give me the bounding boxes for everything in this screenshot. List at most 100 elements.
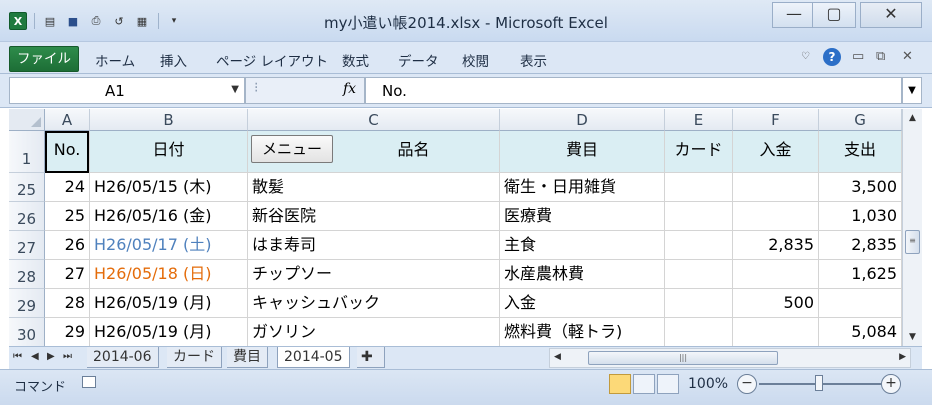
tab-home[interactable]: ホーム [95,50,135,70]
cell-card[interactable] [665,289,733,318]
cell-card[interactable] [665,260,733,289]
cell-item[interactable]: 散髪 [248,173,500,202]
column-header-b[interactable]: B [90,109,248,131]
scroll-down-icon[interactable]: ▼ [903,328,922,346]
scroll-up-icon[interactable]: ▲ [903,109,922,127]
cell-expense[interactable]: 1,625 [819,260,902,289]
row-header[interactable]: 30 [9,318,45,346]
insert-sheet-icon[interactable]: ✚ [357,347,385,368]
row-header[interactable]: 26 [9,202,45,231]
formula-input[interactable]: No. [365,77,902,104]
normal-view-icon[interactable] [609,374,631,394]
cell-category[interactable]: 主食 [500,231,665,260]
row-header[interactable]: 29 [9,289,45,318]
cell-card[interactable] [665,173,733,202]
column-header-d[interactable]: D [500,109,665,131]
cell-no[interactable]: 29 [45,318,90,346]
tab-review[interactable]: 校閲 [462,50,489,70]
help-icon[interactable]: ? [823,48,841,66]
cell-income[interactable] [733,260,819,289]
tab-formulas[interactable]: 数式 [342,50,369,70]
cell-no[interactable]: 27 [45,260,90,289]
cell-card[interactable] [665,231,733,260]
chevron-down-icon[interactable]: ▼ [231,84,239,95]
tab-view[interactable]: 表示 [520,50,547,70]
expand-formula-bar-icon[interactable]: ▼ [902,77,922,104]
cell-category[interactable]: 入金 [500,289,665,318]
cell-income[interactable]: 2,835 [733,231,819,260]
header-cell-income[interactable]: 入金 [733,131,819,173]
sheet-tab-2014-06[interactable]: 2014-06 [87,347,159,368]
cell-category[interactable]: 燃料費（軽トラ) [500,318,665,346]
cell-income[interactable] [733,202,819,231]
scroll-left-icon[interactable]: ◀ [554,352,561,362]
cell-date[interactable]: H26/05/19 (月) [90,318,248,346]
cell-no[interactable]: 26 [45,231,90,260]
first-sheet-icon[interactable]: ⏮ [13,351,22,362]
minimize-button[interactable]: — [772,2,816,28]
cell-item[interactable]: チップソー [248,260,500,289]
cell-item[interactable]: 新谷医院 [248,202,500,231]
close-button[interactable]: ✕ [860,2,922,28]
cell-item[interactable]: はま寿司 [248,231,500,260]
cell-date[interactable]: H26/05/16 (金) [90,202,248,231]
zoom-slider-thumb[interactable] [815,375,823,391]
file-tab[interactable]: ファイル [9,46,79,72]
cell-income[interactable] [733,318,819,346]
next-sheet-icon[interactable]: ▶ [47,351,55,362]
select-all-button[interactable] [9,109,45,131]
restore-button[interactable]: ▢ [812,2,856,28]
cell-expense[interactable]: 5,084 [819,318,902,346]
cell-no[interactable]: 24 [45,173,90,202]
cell-category[interactable]: 衛生・日用雑貨 [500,173,665,202]
column-header-g[interactable]: G [819,109,902,131]
sheet-tab-category[interactable]: 費目 [227,347,268,368]
insert-function-icon[interactable]: fx [343,81,356,97]
column-header-c[interactable]: C [248,109,500,131]
macro-record-icon[interactable] [82,376,96,388]
header-cell-expense[interactable]: 支出 [819,131,902,173]
last-sheet-icon[interactable]: ⏭ [63,351,72,362]
cell-item[interactable]: キャッシュバック [248,289,500,318]
resize-handle-icon[interactable]: ⁝ [254,80,258,96]
scroll-right-icon[interactable]: ▶ [899,352,906,362]
tab-insert[interactable]: 挿入 [160,50,187,70]
row-header[interactable]: 27 [9,231,45,260]
cell-card[interactable] [665,318,733,346]
cell-date[interactable]: H26/05/19 (月) [90,289,248,318]
zoom-in-icon[interactable]: + [881,374,901,394]
column-header-e[interactable]: E [665,109,733,131]
sheet-tab-card[interactable]: カード [167,347,222,368]
vertical-scroll-thumb[interactable]: ≡ [905,230,920,254]
tab-page-layout[interactable]: ページ レイアウト [216,50,328,70]
cell-date[interactable]: H26/05/15 (木) [90,173,248,202]
menu-button[interactable]: メニュー [251,135,333,163]
sheet-tab-2014-05[interactable]: 2014-05 [277,347,350,368]
tab-data[interactable]: データ [398,50,439,70]
cell-no[interactable]: 28 [45,289,90,318]
workbook-close-icon[interactable]: ✕ [902,49,913,64]
row-header[interactable]: 1 [9,131,45,173]
row-header[interactable]: 25 [9,173,45,202]
cell-item[interactable]: ガソリン [248,318,500,346]
cell-category[interactable]: 医療費 [500,202,665,231]
cell-income[interactable]: 500 [733,289,819,318]
cell-expense[interactable]: 1,030 [819,202,902,231]
cell-date[interactable]: H26/05/18 (日) [90,260,248,289]
row-header[interactable]: 28 [9,260,45,289]
header-cell-date[interactable]: 日付 [90,131,248,173]
cell-expense[interactable] [819,289,902,318]
cell-no[interactable]: 25 [45,202,90,231]
page-layout-view-icon[interactable] [633,374,655,394]
worksheet-grid[interactable]: A B C D E F G 1 No. 日付 品名 費目 カード 入金 支出 メ… [9,109,902,346]
horizontal-scroll-thumb[interactable]: ||| [588,351,778,365]
cell-card[interactable] [665,202,733,231]
workbook-minimize-icon[interactable]: ▭ [852,49,864,64]
column-header-a[interactable]: A [45,109,90,131]
zoom-level[interactable]: 100% [688,376,728,392]
cell-category[interactable]: 水産農林費 [500,260,665,289]
page-break-view-icon[interactable] [657,374,679,394]
horizontal-scrollbar[interactable]: ◀ ||| ▶ [549,348,911,368]
column-header-f[interactable]: F [733,109,819,131]
cell-income[interactable] [733,173,819,202]
